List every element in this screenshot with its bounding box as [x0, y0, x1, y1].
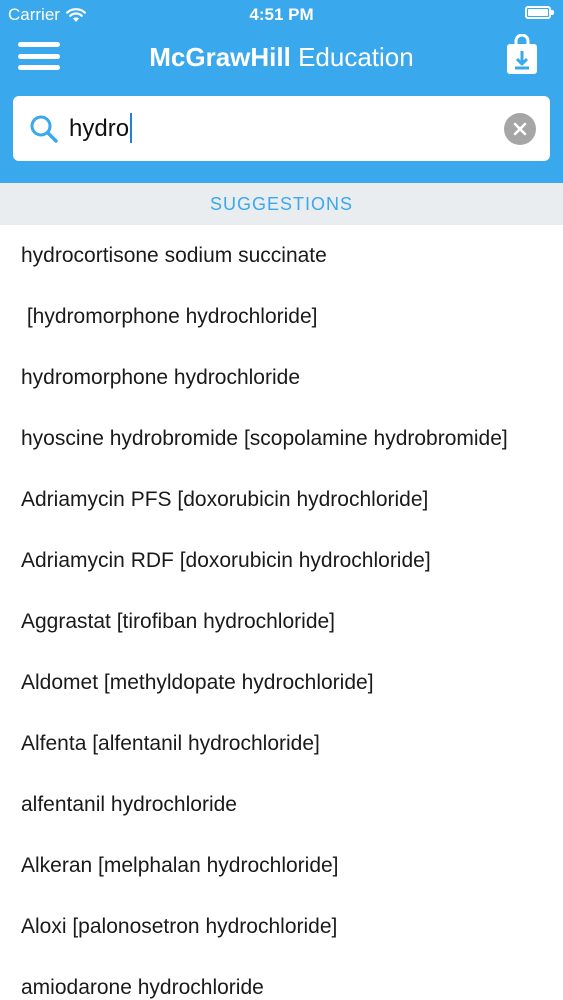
download-bag-icon: [507, 33, 537, 74]
header: Carrier 4:51 PM McGrawHill Education hyd…: [0, 0, 563, 183]
suggestion-item[interactable]: hydrocortisone sodium succinate: [0, 225, 563, 286]
suggestion-item[interactable]: Aloxi [palonosetron hydrochloride]: [0, 896, 563, 957]
search-input-value: hydro: [69, 115, 130, 142]
suggestion-item[interactable]: Alfenta [alfentanil hydrochloride]: [0, 713, 563, 774]
clear-search-button[interactable]: [504, 113, 536, 145]
suggestion-item[interactable]: hydromorphone hydrochloride: [0, 347, 563, 408]
text-caret: [130, 112, 133, 143]
suggestion-item[interactable]: amiodarone hydrochloride: [0, 957, 563, 1000]
suggestion-item[interactable]: Adriamycin PFS [doxorubicin hydrochlorid…: [0, 469, 563, 530]
search-icon: [30, 115, 58, 143]
battery-icon: [525, 6, 554, 19]
suggestion-item[interactable]: Adriamycin RDF [doxorubicin hydrochlorid…: [0, 530, 563, 591]
suggestion-item[interactable]: hyoscine hydrobromide [scopolamine hydro…: [0, 408, 563, 469]
download-button[interactable]: [505, 33, 539, 76]
suggestion-item[interactable]: Alkeran [melphalan hydrochloride]: [0, 835, 563, 896]
clear-icon: [513, 122, 527, 136]
app-screen: Carrier 4:51 PM McGrawHill Education hyd…: [0, 0, 563, 1000]
suggestion-item[interactable]: alfentanil hydrochloride: [0, 774, 563, 835]
suggestion-item[interactable]: Aldomet [methyldopate hydrochloride]: [0, 652, 563, 713]
status-time: 4:51 PM: [249, 5, 314, 24]
suggestion-item[interactable]: [hydromorphone hydrochloride]: [0, 286, 563, 347]
suggestions-header: SUGGESTIONS: [0, 183, 563, 225]
brand-bold: McGrawHill: [149, 42, 291, 72]
nav-bar: McGrawHill Education: [0, 30, 563, 86]
search-input[interactable]: hydro: [69, 112, 133, 143]
suggestion-item[interactable]: Aggrastat [tirofiban hydrochloride]: [0, 591, 563, 652]
brand-title: McGrawHill Education: [0, 42, 563, 73]
status-bar: Carrier 4:51 PM: [0, 0, 563, 30]
suggestion-list: hydrocortisone sodium succinate [hydromo…: [0, 225, 563, 1000]
search-box: hydro: [13, 96, 550, 161]
brand-regular: Education: [290, 42, 414, 72]
